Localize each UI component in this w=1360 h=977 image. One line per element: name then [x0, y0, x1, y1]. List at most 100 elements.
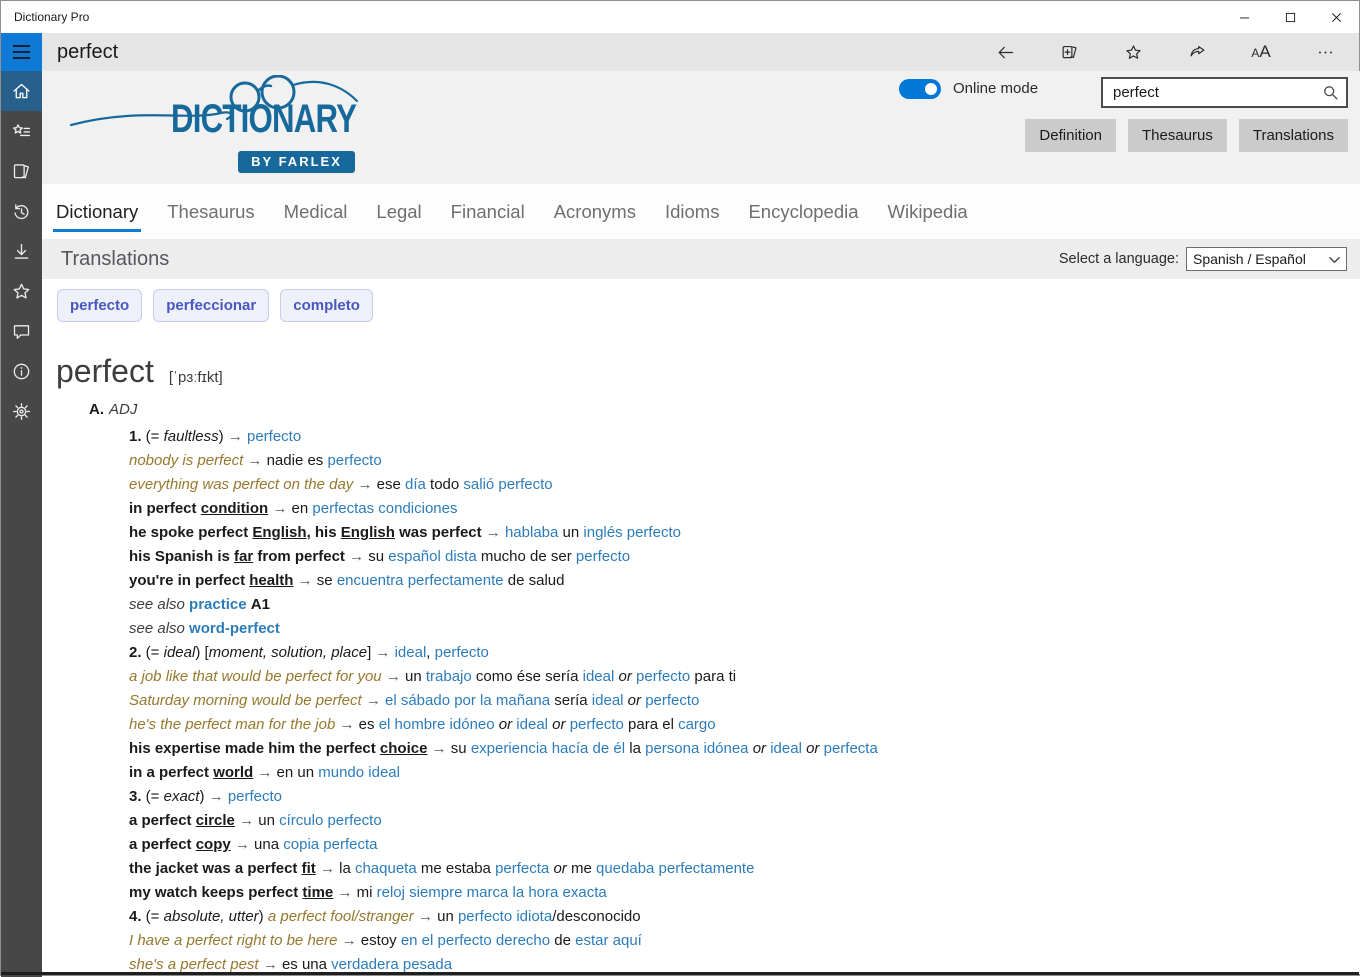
tab-acronyms[interactable]: Acronyms	[553, 184, 637, 239]
tab-medical[interactable]: Medical	[283, 184, 349, 239]
sidebar-item-downloads[interactable]	[1, 231, 42, 271]
translation-link[interactable]: el hombre idóneo	[379, 716, 495, 733]
back-button[interactable]	[973, 33, 1037, 71]
search-icon[interactable]	[1322, 84, 1339, 101]
tab-legal[interactable]: Legal	[375, 184, 422, 239]
text-segment: was perfect	[395, 524, 486, 541]
translation-link[interactable]: hablaba	[505, 524, 558, 541]
translation-link[interactable]: ideal	[770, 740, 802, 757]
text-segment: exact	[164, 788, 200, 805]
translation-link[interactable]: perfecto	[570, 716, 624, 733]
translation-link[interactable]: inglés perfecto	[583, 524, 681, 541]
tab-idioms[interactable]: Idioms	[664, 184, 721, 239]
translation-link[interactable]: perfecto	[435, 644, 489, 661]
sidebar-item-about[interactable]	[1, 351, 42, 391]
translation-link[interactable]: perfecto	[327, 452, 381, 469]
text-segment: circle	[196, 812, 235, 829]
text-segment: un	[254, 812, 279, 829]
translation-link[interactable]: trabajo	[426, 668, 472, 685]
translation-link[interactable]: perfecta	[495, 860, 549, 877]
chevron-down-icon	[1329, 256, 1340, 264]
text-segment: absolute, utter	[164, 908, 259, 925]
translation-chip-perfecto[interactable]: perfecto	[57, 289, 142, 322]
translation-link[interactable]: círculo perfecto	[279, 812, 382, 829]
see-also-link[interactable]: practice	[189, 596, 247, 613]
sidebar-item-favorites[interactable]	[1, 271, 42, 311]
translation-link[interactable]: ideal	[395, 644, 427, 661]
translation-link[interactable]: copia perfecta	[283, 836, 377, 853]
translation-link[interactable]: cargo	[678, 716, 716, 733]
translation-link[interactable]: perfecto	[247, 428, 301, 445]
translation-link[interactable]: perfecta	[824, 740, 878, 757]
arrow: →	[342, 932, 357, 949]
translation-link[interactable]: quedaba perfectamente	[596, 860, 754, 877]
translation-link[interactable]: perfecto	[228, 788, 282, 805]
translations-button[interactable]: Translations	[1239, 119, 1348, 152]
logo-subtitle: BY FARLEX	[238, 151, 355, 173]
search-input[interactable]	[1103, 79, 1346, 106]
sidebar-item-settings[interactable]	[1, 391, 42, 431]
more-button[interactable]	[1293, 33, 1357, 71]
translation-link[interactable]: perfectas condiciones	[312, 500, 457, 517]
text-segment: his expertise made him the perfect	[129, 740, 380, 757]
translation-link[interactable]: estar aquí	[575, 932, 642, 949]
minimize-button[interactable]	[1221, 1, 1267, 33]
language-select[interactable]: Spanish / Español	[1186, 247, 1347, 271]
translation-link[interactable]: perfecto	[645, 692, 699, 709]
translation-link[interactable]: día	[405, 476, 426, 493]
translation-link[interactable]: ideal	[516, 716, 548, 733]
text-segment: or	[552, 716, 565, 733]
translation-link[interactable]: español dista	[388, 548, 476, 565]
menu-button[interactable]	[1, 33, 42, 71]
header-toolbar: AA	[973, 33, 1357, 71]
translation-chip-completo[interactable]: completo	[280, 289, 373, 322]
translation-link[interactable]: encuentra perfectamente	[337, 572, 504, 589]
definition-line: nobody is perfect → nadie es perfecto	[129, 449, 878, 473]
translation-link[interactable]: experiencia hacía de él	[471, 740, 625, 757]
translation-link[interactable]: salió perfecto	[463, 476, 552, 493]
translation-link[interactable]: mundo ideal	[318, 764, 400, 781]
translation-link[interactable]: en el perfecto derecho	[401, 932, 550, 949]
translation-link[interactable]: el sábado por la mañana	[385, 692, 550, 709]
tab-thesaurus[interactable]: Thesaurus	[166, 184, 255, 239]
close-button[interactable]	[1313, 1, 1359, 33]
definition-line: a job like that would be perfect for you…	[129, 665, 878, 689]
favorite-star-button[interactable]	[1101, 33, 1165, 71]
translation-link[interactable]: persona idónea	[645, 740, 748, 757]
definition-button[interactable]: Definition	[1025, 119, 1116, 152]
sidebar-item-home[interactable]	[1, 71, 42, 111]
translation-link[interactable]: ideal	[583, 668, 615, 685]
translation-link[interactable]: reloj siempre marca la hora exacta	[377, 884, 607, 901]
see-also-link[interactable]: word-perfect	[189, 620, 280, 637]
definition-line: his Spanish is far from perfect → su esp…	[129, 545, 878, 569]
translation-link[interactable]: perfecto idiota	[458, 908, 552, 925]
arrow: →	[340, 716, 355, 733]
text-segment: su	[364, 548, 388, 565]
text-segment: la	[625, 740, 645, 757]
share-button[interactable]	[1165, 33, 1229, 71]
sidebar-item-history[interactable]	[1, 191, 42, 231]
translation-chip-perfeccionar[interactable]: perfeccionar	[153, 289, 269, 322]
sidebar-item-word-list[interactable]	[1, 111, 42, 151]
translation-link[interactable]: verdadera pesada	[331, 956, 452, 973]
text-segment: (=	[142, 644, 164, 661]
window-bottom-border	[1, 972, 1359, 975]
translation-link[interactable]: ideal	[592, 692, 624, 709]
thesaurus-button[interactable]: Thesaurus	[1128, 119, 1227, 152]
text-segment: a job like that would be perfect for you	[129, 668, 382, 685]
tab-encyclopedia[interactable]: Encyclopedia	[747, 184, 859, 239]
tab-financial[interactable]: Financial	[450, 184, 526, 239]
text-segment: todo	[426, 476, 464, 493]
sidebar-item-feedback[interactable]	[1, 311, 42, 351]
text-size-button[interactable]: AA	[1229, 33, 1293, 71]
text-segment: faultless	[164, 428, 219, 445]
translation-link[interactable]: chaqueta	[355, 860, 417, 877]
sidebar-item-flashcards[interactable]	[1, 151, 42, 191]
translation-link[interactable]: perfecto	[636, 668, 690, 685]
translation-link[interactable]: perfecto	[576, 548, 630, 565]
maximize-button[interactable]	[1267, 1, 1313, 33]
online-mode-toggle[interactable]	[899, 79, 941, 99]
tab-dictionary[interactable]: Dictionary	[55, 184, 139, 239]
add-flashcard-button[interactable]	[1037, 33, 1101, 71]
tab-wikipedia[interactable]: Wikipedia	[887, 184, 969, 239]
